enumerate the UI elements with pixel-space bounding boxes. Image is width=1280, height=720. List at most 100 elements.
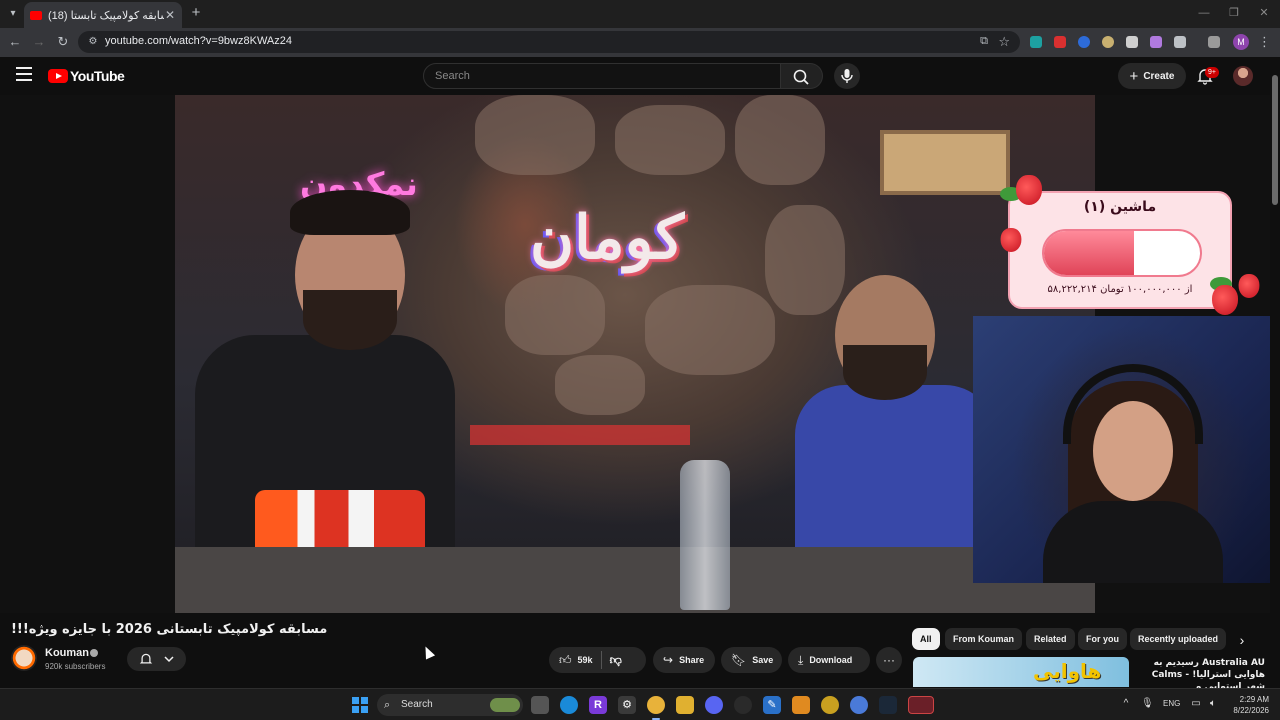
microphone-tray-icon[interactable]: 🎙︎ [1141, 698, 1154, 710]
gear-app-icon[interactable]: ⚙ [618, 696, 636, 714]
back-arrow-icon[interactable]: ← [7, 34, 23, 50]
steam-icon[interactable] [879, 696, 897, 714]
maximize-button[interactable]: ❐ [1224, 5, 1244, 21]
voice-search-button[interactable] [834, 63, 860, 89]
minimize-button[interactable]: — [1194, 5, 1214, 21]
table-surface [175, 547, 1095, 613]
search-placeholder: Search [435, 70, 470, 82]
task-view-icon[interactable] [531, 696, 549, 714]
profile-avatar-button[interactable]: M [1233, 34, 1249, 50]
donation-progress-fill [1044, 231, 1135, 275]
tab-search-button[interactable]: ▾ [5, 6, 21, 22]
strawberry-icon [1000, 228, 1022, 252]
forward-arrow-icon[interactable]: → [31, 34, 47, 50]
hamburger-menu-icon[interactable] [16, 67, 32, 83]
discord-icon[interactable] [705, 696, 723, 714]
chevron-up-icon[interactable]: ^ [1120, 698, 1132, 710]
channel-avatar[interactable] [11, 645, 37, 671]
edge-browser-icon[interactable] [560, 696, 578, 714]
tab-close-icon[interactable]: ✕ [164, 8, 176, 22]
display-icon[interactable]: ▭ [1190, 698, 1202, 710]
close-window-button[interactable]: ✕ [1254, 5, 1274, 21]
video-player[interactable]: نمکدون کومان ماشین (۱) ۵۸,۲۲۲,۲۱۴ از ۱۰۰… [0, 95, 1270, 613]
extension-screen-icon[interactable] [1054, 36, 1066, 48]
strawberry-icon [1238, 274, 1260, 298]
install-app-icon[interactable]: ⧉ [980, 35, 988, 48]
microphone-icon [841, 69, 853, 83]
scrollbar-thumb[interactable] [1272, 75, 1278, 205]
wall-picture-frame [880, 130, 1010, 195]
windows-start-icon[interactable] [352, 697, 368, 713]
browser-menu-icon[interactable]: ⋮ [1258, 34, 1271, 50]
pen-app-icon[interactable]: ✎ [763, 696, 781, 714]
download-icon: ⤓ [798, 652, 804, 667]
browser-tab-active[interactable]: (18) مسابقه کولامپیک تابستا ✕ [24, 2, 182, 28]
new-tab-button[interactable]: + [188, 5, 204, 21]
extension-shield-icon[interactable] [1126, 36, 1138, 48]
active-window-icon[interactable] [908, 696, 934, 714]
blue-app-icon[interactable] [850, 696, 868, 714]
r-app-icon[interactable]: R [589, 696, 607, 714]
bookmark-star-icon[interactable]: ☆ [998, 34, 1010, 50]
dislike-thumb-icon[interactable]: 👎︎ [610, 653, 622, 668]
chip-for-you[interactable]: For you [1078, 628, 1127, 650]
subscribed-notification-button[interactable] [127, 647, 186, 671]
video-title: !!!مسابقه کولامپیک تابستانی 2026 با جایز… [11, 622, 328, 637]
chip-from-kouman[interactable]: From Kouman [945, 628, 1023, 650]
tab-title: (18) مسابقه کولامپیک تابستا [48, 9, 164, 22]
file-explorer-icon[interactable] [676, 696, 694, 714]
youtube-masthead: YouTube Search + Create 9+ [0, 57, 1280, 95]
video-frame: نمکدون کومان [175, 95, 1095, 613]
coin-app-icon[interactable] [821, 696, 839, 714]
download-button[interactable]: ⤓ Download [788, 647, 870, 673]
chrome-browser-icon[interactable] [647, 696, 665, 714]
streamer-webcam [973, 316, 1270, 583]
account-avatar[interactable] [1233, 66, 1253, 86]
orange-app-icon[interactable] [792, 696, 810, 714]
notification-count-badge: 9+ [1205, 67, 1219, 78]
chip-recently-uploaded[interactable]: Recently uploaded [1130, 628, 1227, 650]
like-count[interactable]: 59k [578, 655, 593, 665]
reload-icon[interactable]: ↻ [55, 34, 71, 50]
water-bottle [680, 460, 730, 610]
verified-check-icon [90, 649, 98, 657]
create-button[interactable]: + Create [1118, 63, 1186, 89]
clock[interactable]: 2:29 AM 8/22/2026 [1225, 694, 1269, 716]
page-scrollbar[interactable] [1270, 57, 1280, 687]
more-dots-icon: ··· [883, 653, 895, 667]
chip-related[interactable]: Related [1026, 628, 1075, 650]
address-bar[interactable]: ⚙ youtube.com/watch?v=9bwz8KWAz24 ⧉ ☆ [78, 31, 1020, 53]
save-button[interactable]: 🔖︎ Save [721, 647, 782, 673]
extensions-puzzle-icon[interactable] [1174, 36, 1186, 48]
search-input[interactable]: Search [423, 63, 781, 89]
person-right [795, 275, 995, 547]
obs-icon[interactable] [734, 696, 752, 714]
more-actions-button[interactable]: ··· [876, 647, 902, 673]
like-dislike-group: 👍︎ 59k 👎︎ [549, 647, 646, 673]
chip-all[interactable]: All [912, 628, 940, 650]
extension-coin-icon[interactable] [1102, 36, 1114, 48]
extension-translate-icon[interactable] [1030, 36, 1042, 48]
clock-date: 8/22/2026 [1233, 706, 1269, 715]
speaker-icon[interactable]: 🔈︎ [1207, 698, 1219, 710]
extension-globe-icon[interactable] [1078, 36, 1090, 48]
save-label: Save [752, 655, 774, 665]
youtube-favicon-icon [30, 10, 42, 20]
language-indicator[interactable]: ENG [1163, 699, 1180, 708]
search-button[interactable] [781, 63, 823, 89]
reading-list-icon[interactable] [1208, 36, 1220, 48]
site-info-icon[interactable]: ⚙ [86, 35, 100, 49]
like-thumb-icon[interactable]: 👍︎ [559, 653, 572, 668]
share-button[interactable]: ↪ Share [653, 647, 715, 673]
donation-goal-overlay: ماشین (۱) ۵۸,۲۲۲,۲۱۴ از ۱۰۰,۰۰۰,۰۰۰ توما… [1008, 191, 1232, 309]
channel-name[interactable]: Kouman [45, 647, 89, 659]
neon-logo-sign: کومان [530, 203, 685, 273]
extension-puzzle-color-icon[interactable] [1150, 36, 1162, 48]
taskbar-search-label: Search [401, 699, 433, 710]
recommended-video-thumbnail[interactable]: هاوایی [913, 657, 1129, 687]
youtube-logo[interactable]: YouTube [48, 68, 125, 84]
chevron-right-icon[interactable]: › [1232, 630, 1252, 650]
url-text[interactable]: youtube.com/watch?v=9bwz8KWAz24 [105, 35, 292, 47]
widget-image-icon[interactable] [490, 698, 520, 712]
share-label: Share [679, 655, 705, 665]
